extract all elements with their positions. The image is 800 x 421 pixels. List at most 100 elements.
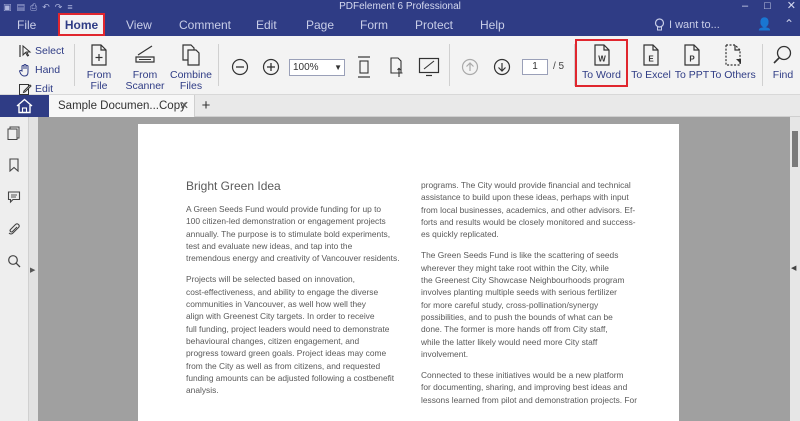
search-box[interactable]: I want to... [654, 16, 720, 34]
chevron-right-icon: ▶ [30, 267, 36, 274]
menu-bar: File Home View Comment Edit Page Form Pr… [0, 13, 800, 36]
excel-file-icon: E [643, 44, 659, 66]
ribbon-controls: 👤 ⌃ [757, 17, 794, 31]
menu-help[interactable]: Help [480, 14, 505, 36]
previous-page-icon[interactable] [461, 58, 479, 76]
app-title: PDFelement 6 Professional [339, 1, 461, 12]
paragraph: A Green Seeds Fund would provide funding… [186, 204, 400, 264]
full-screen-icon[interactable] [418, 57, 440, 77]
svg-text:E: E [648, 55, 654, 64]
separator [762, 44, 763, 86]
vertical-scrollbar[interactable]: ◀ [790, 117, 800, 421]
menu-comment[interactable]: Comment [179, 14, 231, 36]
thumbnails-icon[interactable] [7, 126, 21, 140]
edit-icon [19, 83, 32, 95]
hand-tool[interactable]: Hand [18, 60, 64, 79]
fit-height-icon[interactable] [356, 56, 372, 78]
home-tab[interactable] [0, 95, 49, 117]
window-controls: – □ ✕ [742, 0, 796, 13]
zoom-value: 100% [293, 62, 319, 73]
minimize-icon[interactable]: – [742, 0, 748, 13]
separator [218, 44, 219, 86]
document-heading: Bright Green Idea [186, 179, 281, 193]
menu-home[interactable]: Home [58, 13, 105, 36]
paragraph: Connected to these initiatives would be … [421, 370, 637, 405]
lightbulb-icon [654, 18, 665, 31]
edit-label: Edit [35, 82, 54, 95]
menu-protect[interactable]: Protect [415, 14, 453, 36]
zoom-out-icon[interactable] [231, 58, 249, 76]
separator [449, 44, 450, 86]
paragraph: The Green Seeds Fund is like the scatter… [421, 250, 625, 359]
search-placeholder: I want to... [669, 19, 720, 31]
from-scanner-button[interactable]: From Scanner [124, 36, 166, 95]
menu-edit[interactable]: Edit [256, 14, 277, 36]
pan-page-icon[interactable] [388, 56, 406, 78]
combine-files-icon [182, 44, 200, 66]
hand-label: Hand [35, 63, 61, 76]
to-excel-button[interactable]: E To Excel [627, 36, 675, 95]
bookmark-icon[interactable] [7, 158, 21, 172]
sidebar-collapse-handle[interactable]: ▶ [29, 117, 38, 421]
cursor-icon [19, 44, 32, 57]
svg-text:P: P [689, 55, 695, 64]
attachment-icon[interactable] [7, 222, 21, 236]
separator [74, 44, 75, 86]
scrollbar-thumb[interactable] [792, 131, 798, 167]
search-icon[interactable] [7, 254, 21, 268]
ribbon-toolbar: Select Hand Edit From File From Scanner … [0, 36, 800, 95]
to-ppt-label: To PPT [674, 69, 710, 81]
from-file-label: From File [86, 69, 112, 92]
chevron-left-icon[interactable]: ◀ [791, 264, 796, 272]
ppt-file-icon: P [684, 44, 700, 66]
paragraph: programs. The City would provide financi… [421, 180, 636, 240]
left-sidebar [0, 117, 29, 421]
close-window-icon[interactable]: ✕ [787, 0, 796, 13]
paragraph: Projects will be selected based on innov… [186, 274, 395, 396]
menu-page[interactable]: Page [306, 14, 334, 36]
next-page-icon[interactable] [493, 58, 511, 76]
zoom-in-icon[interactable] [262, 58, 280, 76]
maximize-icon[interactable]: □ [764, 0, 771, 13]
from-scanner-label: From Scanner [125, 69, 165, 92]
title-bar: ▣ ▤ ⎙ ↶ ↷ ≡ PDFelement 6 Professional – … [0, 0, 800, 14]
search-icon [773, 45, 792, 64]
new-tab-icon[interactable]: + [199, 95, 213, 117]
menu-file[interactable]: File [17, 14, 37, 36]
scanner-icon [135, 45, 155, 63]
highlight-box [58, 13, 105, 36]
to-others-button[interactable]: To Others [710, 36, 756, 95]
from-file-button[interactable]: From File [78, 36, 120, 95]
home-icon [16, 98, 33, 114]
chevron-down-icon: ▼ [334, 63, 342, 72]
document-tab-bar: Sample Documen...Copy ✕ + [0, 95, 800, 117]
user-icon[interactable]: 👤 [757, 17, 772, 31]
zoom-select[interactable]: 100% ▼ [289, 59, 345, 76]
file-plus-icon [91, 44, 107, 66]
column-left: Bright Green Idea A Green Seeds Fund wou… [186, 179, 400, 405]
document-tab[interactable]: Sample Documen...Copy ✕ [49, 95, 195, 117]
combine-files-button[interactable]: Combine Files [170, 36, 212, 95]
combine-files-label: Combine Files [170, 69, 213, 92]
select-label: Select [35, 44, 65, 57]
to-excel-label: To Excel [631, 69, 671, 81]
select-tool-group: Select Hand Edit [18, 41, 64, 98]
close-tab-icon[interactable]: ✕ [180, 95, 189, 117]
to-ppt-button[interactable]: P To PPT [670, 36, 714, 95]
highlight-box [575, 39, 628, 87]
hand-icon [18, 63, 29, 77]
other-file-icon [725, 44, 741, 66]
ribbon-collapse-icon[interactable]: ⌃ [784, 17, 794, 31]
menu-view[interactable]: View [126, 14, 152, 36]
to-others-label: To Others [710, 69, 756, 81]
document-page[interactable]: Bright Green Idea A Green Seeds Fund wou… [138, 124, 679, 421]
document-tab-label: Sample Documen...Copy [58, 100, 186, 112]
page-number-input[interactable]: 1 [522, 59, 548, 75]
find-button[interactable]: Find [768, 36, 798, 95]
select-tool[interactable]: Select [18, 41, 64, 60]
column-right: programs. The City would provide financi… [421, 179, 637, 415]
menu-form[interactable]: Form [360, 14, 388, 36]
find-label: Find [772, 69, 794, 81]
page-total: / 5 [553, 61, 565, 72]
comment-icon[interactable] [7, 190, 21, 204]
